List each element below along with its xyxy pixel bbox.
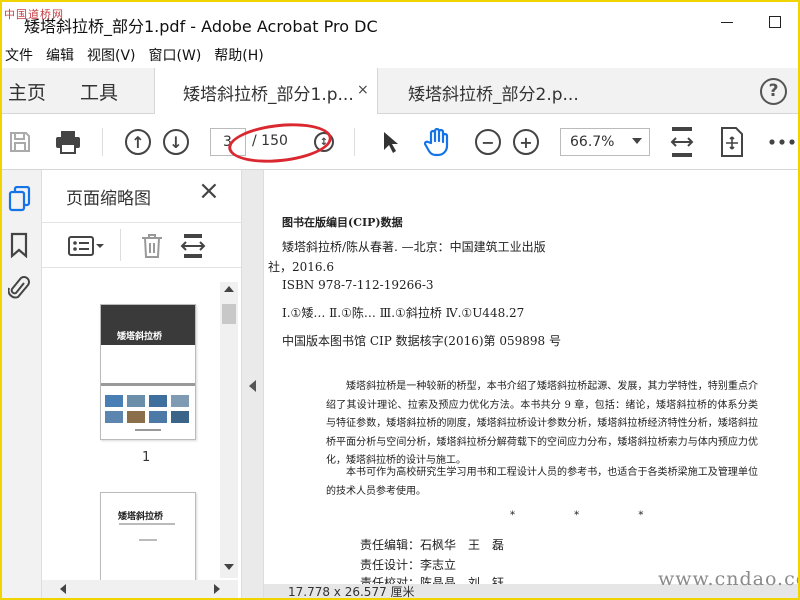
isbn: ISBN 978-7-112-19266-3	[282, 278, 434, 292]
page-thumbnails-icon	[8, 185, 31, 212]
prev-page-icon: ↑	[125, 129, 151, 155]
menu-file[interactable]: 文件	[2, 45, 43, 65]
help-icon[interactable]: ?	[760, 78, 787, 105]
menu-edit[interactable]: 编辑	[43, 45, 84, 65]
scroll-mode-icon	[721, 127, 743, 157]
tab-tools[interactable]: 工具	[80, 78, 118, 105]
minimize-button[interactable]	[712, 10, 742, 34]
site-watermark: www.cndao.com	[658, 568, 798, 590]
close-icon[interactable]: ×	[357, 82, 369, 98]
scroll-left-icon[interactable]	[60, 584, 66, 594]
left-icon-strip	[2, 170, 42, 598]
highlight-ellipse	[226, 118, 334, 168]
maximize-button[interactable]	[760, 10, 790, 34]
document-page: 图书在版编目(CIP)数据 矮塔斜拉桥/陈从春著. —北京：中国建筑工业出版 社…	[264, 170, 798, 598]
insert-page-icon	[180, 234, 206, 258]
fit-page-icon	[670, 127, 694, 157]
scroll-mode-button[interactable]	[716, 126, 748, 158]
menu-help[interactable]: 帮助(H)	[211, 45, 273, 65]
tab-document-2[interactable]: 矮塔斜拉桥_部分2.p...	[380, 68, 596, 114]
attachments-button[interactable]	[7, 274, 32, 300]
abstract-paragraph-2: 本书可作为高校研究生学习用书和工程设计人员的参考书，也适合于各类桥梁施工及管理单…	[326, 467, 758, 497]
separator-stars: * * *	[510, 510, 672, 521]
cip-check-number: 中国版本图书馆 CIP 数据核字(2016)第 059898 号	[282, 334, 561, 348]
zoom-in-icon: +	[513, 129, 539, 155]
svg-text:矮塔斜拉桥: 矮塔斜拉桥	[117, 510, 164, 522]
window-title: 矮塔斜拉桥_部分1.pdf - Adobe Acrobat Pro DC	[24, 17, 378, 36]
minimize-icon	[721, 21, 733, 23]
responsible-editor: 责任编辑：石枫华 王 磊	[360, 538, 505, 552]
prev-page-button[interactable]: ↑	[122, 126, 154, 158]
tab-document-1-label: 矮塔斜拉桥_部分1.p...	[183, 85, 354, 105]
document-view[interactable]: 图书在版编目(CIP)数据 矮塔斜拉桥/陈从春著. —北京：中国建筑工业出版 社…	[264, 170, 798, 598]
menu-view[interactable]: 视图(V)	[84, 45, 146, 65]
cip-line-2: 社，2016.6	[268, 260, 334, 274]
zoom-in-button[interactable]: +	[510, 126, 542, 158]
insert-page-button[interactable]	[180, 233, 206, 263]
next-page-icon: ↓	[163, 129, 189, 155]
print-button[interactable]	[52, 126, 84, 158]
svg-text:矮塔斜拉桥: 矮塔斜拉桥	[116, 330, 163, 342]
page-thumbnails-panel: 页面缩略图 × 矮塔斜拉桥 1 矮塔斜拉桥	[42, 170, 242, 598]
zoom-out-button[interactable]: −	[472, 126, 504, 158]
select-arrow-icon	[384, 132, 398, 153]
toolbar-separator	[354, 128, 355, 156]
thumbnail-options-button[interactable]	[68, 235, 104, 261]
bookmark-icon	[10, 232, 28, 259]
panel-title: 页面缩略图	[66, 189, 151, 209]
hand-tool-button[interactable]	[422, 126, 454, 158]
tab-document-2-label: 矮塔斜拉桥_部分2.p...	[408, 85, 579, 105]
thumbnail-horizontal-scrollbar[interactable]	[42, 580, 238, 598]
app-window: 中国道桥网 矮塔斜拉桥_部分1.pdf - Adobe Acrobat Pro …	[0, 0, 800, 600]
maximize-icon	[769, 16, 781, 28]
save-button[interactable]	[4, 126, 36, 158]
scroll-thumb[interactable]	[222, 304, 236, 324]
panel-separator	[120, 229, 121, 261]
thumbnail-scrollbar[interactable]	[220, 282, 238, 578]
options-menu-icon	[68, 236, 104, 256]
scroll-right-icon[interactable]	[214, 584, 220, 594]
scroll-up-icon[interactable]	[224, 286, 234, 292]
select-tool-button[interactable]	[374, 126, 406, 158]
tab-home[interactable]: 主页	[8, 78, 46, 105]
delete-page-button[interactable]	[140, 233, 164, 263]
bookmarks-button[interactable]	[8, 232, 32, 259]
print-icon	[56, 131, 80, 154]
chevron-down-icon[interactable]	[632, 138, 642, 144]
tab-bar: 主页 工具 矮塔斜拉桥_部分1.p... × 矮塔斜拉桥_部分2.p... ?	[2, 68, 798, 114]
hand-icon	[424, 127, 449, 157]
panel-toolbar	[42, 222, 241, 268]
more-tools-button[interactable]	[766, 126, 798, 158]
thumbnail-page-label: 1	[142, 450, 151, 465]
next-page-button[interactable]: ↓	[160, 126, 192, 158]
scroll-down-icon[interactable]	[224, 564, 234, 570]
toolbar-separator	[102, 128, 103, 156]
more-icon	[769, 139, 795, 145]
trash-icon	[142, 234, 162, 258]
close-icon[interactable]: ×	[198, 178, 220, 204]
cip-line-1: 矮塔斜拉桥/陈从春著. —北京：中国建筑工业出版	[282, 240, 546, 254]
title-bar: 中国道桥网 矮塔斜拉桥_部分1.pdf - Adobe Acrobat Pro …	[2, 2, 798, 42]
toolbar: ↑ ↓ 3 / 150 ↕ − + 66.7%	[2, 114, 798, 170]
classification: Ⅰ.①矮… Ⅱ.①陈… Ⅲ.①斜拉桥 Ⅳ.①U448.27	[282, 306, 525, 320]
abstract-paragraph-1: 矮塔斜拉桥是一种较新的桥型，本书介绍了矮塔斜拉桥起源、发展，其力学特性，特别重点…	[326, 381, 758, 466]
save-icon	[10, 132, 30, 152]
page-thumbnails-button[interactable]	[8, 185, 32, 212]
paperclip-icon	[7, 276, 30, 299]
menu-bar: 文件 编辑 视图(V) 窗口(W) 帮助(H)	[2, 42, 798, 68]
responsible-designer: 责任设计：李志立	[360, 558, 457, 572]
zoom-out-icon: −	[475, 129, 501, 155]
menu-window[interactable]: 窗口(W)	[146, 45, 212, 65]
tab-document-1[interactable]: 矮塔斜拉桥_部分1.p... ×	[154, 68, 378, 114]
book-cover-image: 矮塔斜拉桥	[101, 305, 195, 431]
panel-collapse-gutter[interactable]	[242, 170, 264, 598]
cip-title: 图书在版编目(CIP)数据	[282, 216, 403, 229]
collapse-arrow-icon[interactable]	[249, 380, 256, 392]
page-thumbnail-1[interactable]: 矮塔斜拉桥	[100, 304, 196, 440]
fit-page-button[interactable]	[666, 126, 698, 158]
